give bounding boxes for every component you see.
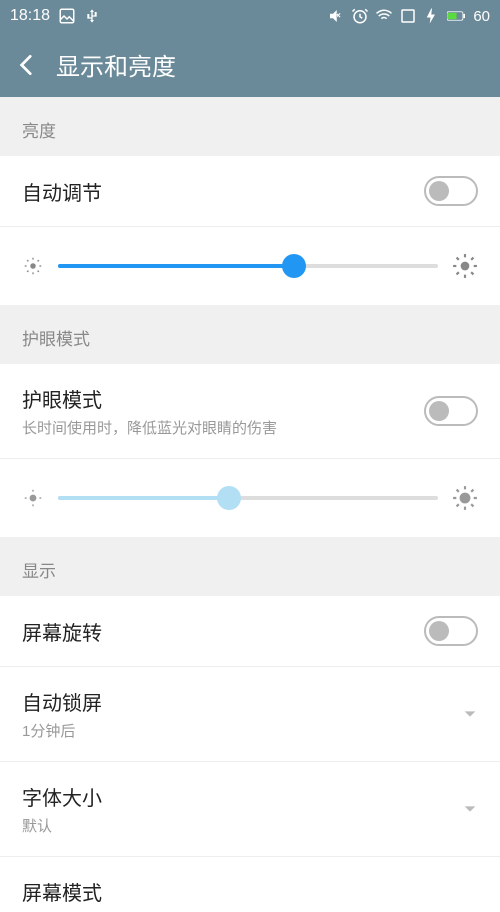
section-brightness: 亮度 <box>0 97 500 156</box>
sim-icon <box>399 7 417 25</box>
rotation-label: 屏幕旋转 <box>22 617 102 646</box>
fontsize-value: 默认 <box>22 815 102 836</box>
usb-icon <box>84 7 100 25</box>
eyecare-toggle[interactable] <box>424 396 478 426</box>
warmth-low-icon <box>22 487 44 509</box>
rotation-toggle[interactable] <box>424 616 478 646</box>
autolock-label: 自动锁屏 <box>22 687 102 716</box>
row-auto-brightness[interactable]: 自动调节 <box>0 156 500 227</box>
status-time: 18:18 <box>10 7 50 25</box>
battery-percent: 60 <box>473 8 490 25</box>
page-title: 显示和亮度 <box>56 47 176 82</box>
wifi-icon <box>375 7 393 25</box>
fontsize-label: 字体大小 <box>22 782 102 811</box>
brightness-slider-row <box>0 227 500 305</box>
brightness-low-icon <box>22 255 44 277</box>
section-eyecare: 护眼模式 <box>0 305 500 364</box>
alarm-icon <box>351 7 369 25</box>
warmth-high-icon <box>452 485 478 511</box>
back-icon[interactable] <box>14 52 40 78</box>
section-display: 显示 <box>0 537 500 596</box>
auto-brightness-label: 自动调节 <box>22 177 102 206</box>
row-eyecare[interactable]: 护眼模式 长时间使用时，降低蓝光对眼睛的伤害 <box>0 364 500 459</box>
image-icon <box>58 7 76 25</box>
eyecare-slider[interactable] <box>58 496 438 500</box>
autolock-value: 1分钟后 <box>22 720 102 741</box>
battery-icon <box>447 7 465 25</box>
auto-brightness-toggle[interactable] <box>424 176 478 206</box>
eyecare-label: 护眼模式 <box>22 384 277 413</box>
chevron-down-icon <box>462 801 478 817</box>
chevron-down-icon <box>462 706 478 722</box>
mute-icon <box>327 7 345 25</box>
brightness-high-icon <box>452 253 478 279</box>
row-screenmode[interactable]: 屏幕模式 <box>0 857 500 912</box>
charging-icon <box>423 7 441 25</box>
row-fontsize[interactable]: 字体大小 默认 <box>0 762 500 857</box>
row-autolock[interactable]: 自动锁屏 1分钟后 <box>0 667 500 762</box>
header: 显示和亮度 <box>0 32 500 97</box>
row-rotation[interactable]: 屏幕旋转 <box>0 596 500 667</box>
eyecare-slider-row <box>0 459 500 537</box>
status-bar: 18:18 60 <box>0 0 500 32</box>
brightness-slider[interactable] <box>58 264 438 268</box>
eyecare-desc: 长时间使用时，降低蓝光对眼睛的伤害 <box>22 417 277 438</box>
screenmode-label: 屏幕模式 <box>22 877 102 906</box>
